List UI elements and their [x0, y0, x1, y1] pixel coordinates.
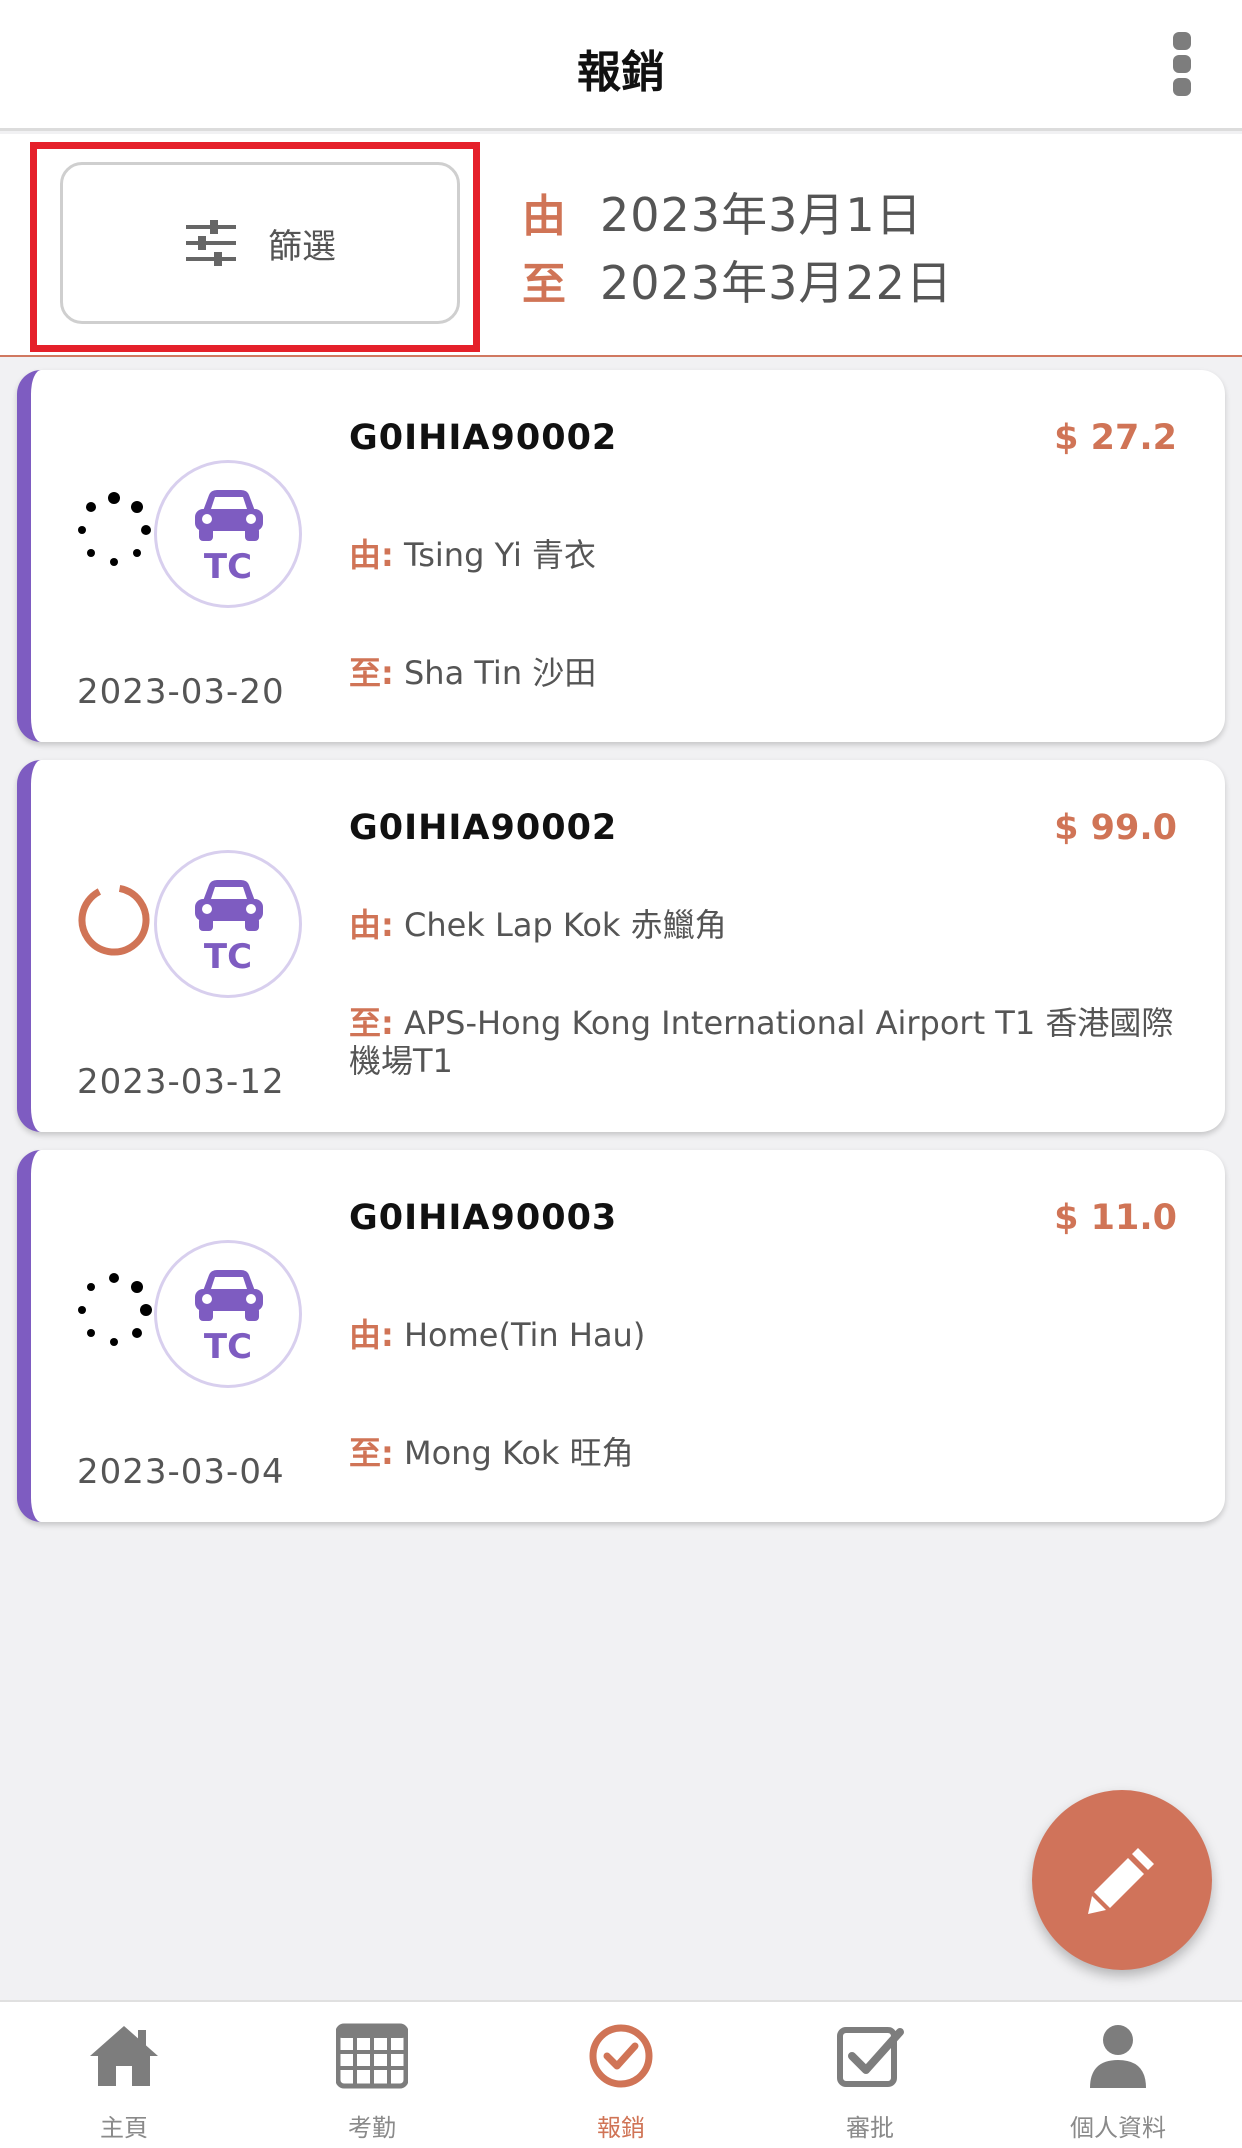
claim-code: G0IHIA90002	[349, 418, 618, 458]
claim-date: 2023-03-04	[77, 1452, 285, 1492]
pencil-icon	[1088, 1848, 1154, 1914]
sliders-icon	[186, 220, 236, 266]
route-to-value: APS-Hong Kong International Airport T1 香…	[349, 1004, 1174, 1080]
check-circle-icon	[589, 2024, 653, 2088]
route-from-prefix: 由:	[349, 906, 394, 944]
nav-label: 報銷	[597, 2114, 645, 2142]
new-claim-button[interactable]	[1032, 1790, 1212, 1970]
date-to-prefix: 至	[522, 259, 566, 310]
filter-button[interactable]: 篩選	[60, 162, 460, 324]
loading-dots-icon	[78, 492, 151, 566]
vehicle-badge: TC	[154, 460, 302, 608]
route-from: 由: Tsing Yi 青衣	[349, 536, 1179, 574]
nav-item-profile[interactable]: 個人資料	[1018, 2022, 1218, 2148]
route-to-prefix: 至:	[349, 654, 394, 692]
vehicle-code: TC	[203, 937, 253, 977]
loading-dots-icon	[78, 1273, 152, 1346]
nav-label: 審批	[846, 2114, 894, 2142]
date-range: 由 2023年3月1日 至 2023年3月22日	[522, 178, 953, 314]
app-header: 報銷	[0, 0, 1242, 131]
date-from-prefix: 由	[522, 191, 566, 242]
route-from-value: Home(Tin Hau)	[403, 1316, 646, 1354]
claim-card[interactable]: TC 2023-03-20 G0IHIA90002 $ 27.2 由: Tsin…	[17, 370, 1225, 742]
nav-label: 考勤	[348, 2114, 396, 2142]
progress-ring-icon	[78, 884, 150, 956]
claim-date: 2023-03-12	[77, 1062, 285, 1102]
claim-card[interactable]: TC 2023-03-12 G0IHIA90002 $ 99.0 由: Chek…	[17, 760, 1225, 1132]
vehicle-code: TC	[203, 1327, 253, 1367]
date-from-value: 2023年3月1日	[600, 188, 923, 242]
more-dot	[1173, 78, 1191, 96]
route-from-prefix: 由:	[349, 536, 394, 574]
route-from-value: Tsing Yi 青衣	[403, 536, 597, 574]
taxi-icon	[195, 880, 263, 931]
route-to: 至: APS-Hong Kong International Airport T…	[349, 1004, 1179, 1080]
vehicle-badge: TC	[154, 1240, 302, 1388]
nav-item-attendance[interactable]: 考勤	[272, 2022, 472, 2148]
claim-card[interactable]: TC 2023-03-04 G0IHIA90003 $ 11.0 由: Home…	[17, 1150, 1225, 1522]
filter-bar: 篩選 由 2023年3月1日 至 2023年3月22日	[0, 134, 1242, 357]
nav-item-approval[interactable]: 審批	[770, 2022, 970, 2148]
claim-date: 2023-03-20	[77, 672, 285, 712]
date-from-row: 由 2023年3月1日	[522, 178, 953, 246]
route-from: 由: Home(Tin Hau)	[349, 1316, 1179, 1354]
home-icon	[90, 2026, 158, 2086]
route-from: 由: Chek Lap Kok 赤鱲角	[349, 906, 1179, 944]
claim-code: G0IHIA90002	[349, 808, 618, 848]
page-title: 報銷	[577, 47, 665, 98]
filter-label: 篩選	[268, 226, 336, 267]
date-to-row: 至 2023年3月22日	[522, 246, 953, 314]
claim-amount: $ 27.2	[1054, 418, 1177, 458]
nav-item-claims[interactable]: 報銷	[521, 2022, 721, 2148]
taxi-icon	[195, 1270, 263, 1321]
more-options-button[interactable]	[1172, 32, 1192, 96]
calendar-grid-icon	[336, 2023, 408, 2089]
date-to-value: 2023年3月22日	[600, 256, 953, 310]
nav-item-home[interactable]: 主頁	[24, 2022, 224, 2148]
more-dot	[1173, 55, 1191, 73]
nav-label: 主頁	[100, 2114, 148, 2142]
more-dot	[1173, 32, 1191, 50]
route-to-value: Mong Kok 旺角	[403, 1434, 634, 1472]
approval-check-icon	[837, 2027, 904, 2087]
claim-code: G0IHIA90003	[349, 1198, 618, 1238]
user-icon	[1090, 2025, 1146, 2088]
route-to-value: Sha Tin 沙田	[403, 654, 597, 692]
nav-label: 個人資料	[1070, 2114, 1166, 2142]
taxi-icon	[195, 490, 263, 541]
route-from-prefix: 由:	[349, 1316, 394, 1354]
claim-amount: $ 11.0	[1054, 1198, 1177, 1238]
route-to-prefix: 至:	[349, 1434, 394, 1472]
route-to: 至: Sha Tin 沙田	[349, 654, 1179, 692]
route-from-value: Chek Lap Kok 赤鱲角	[403, 906, 727, 944]
claim-amount: $ 99.0	[1054, 808, 1177, 848]
route-to-prefix: 至:	[349, 1004, 394, 1042]
bottom-nav: 主頁 考勤 報銷 審批 個人資料	[0, 2000, 1242, 2148]
vehicle-code: TC	[203, 547, 253, 587]
route-to: 至: Mong Kok 旺角	[349, 1434, 1179, 1472]
vehicle-badge: TC	[154, 850, 302, 998]
